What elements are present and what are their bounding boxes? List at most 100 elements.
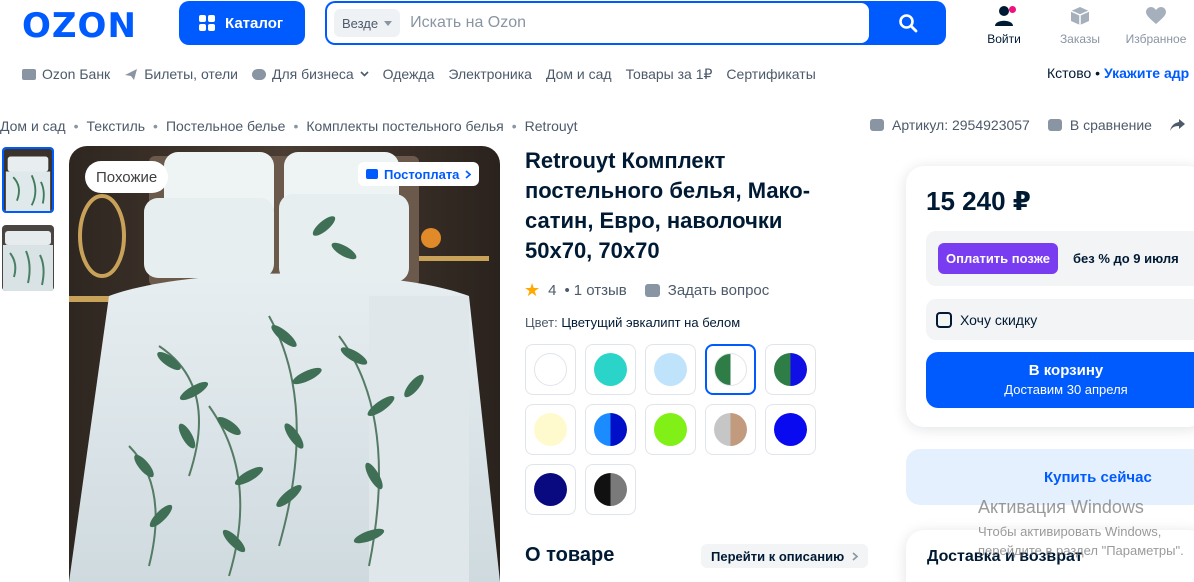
wallet-icon [366, 169, 378, 179]
nav-item-certificates[interactable]: Сертификаты [726, 66, 815, 82]
color-swatch-green-white[interactable] [705, 344, 756, 395]
favorites-label: Избранное [1125, 32, 1187, 46]
product-meta: Артикул: 2954923057 В сравнение [870, 117, 1186, 133]
product-title: Retrouyt Комплект постельного белья, Мак… [525, 148, 811, 263]
location-city: Кстово [1047, 65, 1092, 81]
swatch-color [594, 413, 627, 446]
gallery-thumbnail[interactable] [2, 225, 54, 291]
nav-item-home-garden[interactable]: Дом и сад [546, 66, 612, 82]
breadcrumb-item[interactable]: Дом и сад [0, 118, 66, 134]
search-scope-label: Везде [342, 15, 379, 31]
chevron-right-icon [465, 169, 472, 179]
search-input[interactable] [410, 14, 841, 32]
bedding-image [4, 149, 52, 211]
color-swatch-turquoise[interactable] [585, 344, 636, 395]
color-swatch-light-blue[interactable] [645, 344, 696, 395]
swatch-color [594, 353, 627, 386]
swatch-color [654, 413, 687, 446]
add-to-cart-button[interactable]: В корзину Доставим 30 апреля [926, 352, 1194, 408]
chevron-down-icon [384, 20, 393, 26]
windows-activation-text: Чтобы активировать Windows, перейдите в … [978, 524, 1184, 558]
article-copy[interactable]: Артикул: 2954923057 [870, 117, 1030, 133]
windows-activation-title: Активация Windows [978, 497, 1144, 517]
star-icon: ★ [524, 280, 541, 300]
nav-item-clothes[interactable]: Одежда [383, 66, 435, 82]
cart-label: В корзину [1028, 362, 1104, 379]
reviews-link[interactable]: 1 отзыв [574, 282, 627, 299]
favorites-button[interactable]: Избранное [1121, 4, 1191, 46]
search-icon [899, 14, 918, 33]
search-scope-select[interactable]: Везде [334, 9, 401, 37]
card-icon [22, 68, 36, 80]
plane-icon [125, 69, 138, 80]
notification-dot [1009, 6, 1016, 13]
nav-item-electronics[interactable]: Электроника [448, 66, 532, 82]
nav-item-tickets[interactable]: Билеты, отели [124, 66, 238, 82]
cart-delivery: Доставим 30 апреля [1004, 382, 1128, 397]
compare-icon [1047, 119, 1062, 131]
color-swatch-navy[interactable] [525, 464, 576, 515]
swatch-color [774, 413, 807, 446]
similar-badge[interactable]: Похожие [85, 161, 169, 193]
color-swatch-grey-beige[interactable] [705, 404, 756, 455]
login-button[interactable]: Войти [969, 4, 1039, 46]
bedding-photo [69, 146, 500, 582]
question-icon [644, 284, 660, 297]
discount-icon [936, 311, 952, 328]
color-swatch-green-blue[interactable] [765, 344, 816, 395]
color-swatch-black-grey[interactable] [585, 464, 636, 515]
swatch-color [714, 353, 747, 386]
pay-later-text: без % до 9 июля [1073, 251, 1179, 266]
search-field-wrapper: Везде [327, 3, 869, 43]
ask-question-link[interactable]: Задать вопрос [668, 282, 769, 299]
orders-label: Заказы [1059, 32, 1101, 46]
ozon-logo[interactable]: OZON [22, 6, 137, 46]
nav-item-goods-for-1[interactable]: Товары за 1₽ [626, 66, 713, 83]
chevron-down-icon [360, 71, 369, 77]
color-swatches [525, 344, 816, 515]
top-nav: Ozon Банк Билеты, отели Для бизнеса Одеж… [22, 65, 830, 83]
color-label: Цвет: Цветущий эвкалипт на белом [525, 315, 741, 330]
nav-item-ozon-bank[interactable]: Ozon Банк [22, 66, 110, 82]
chevron-right-icon [852, 551, 859, 561]
location-link[interactable]: Укажите адр [1104, 65, 1189, 81]
box-icon [1070, 7, 1090, 25]
rating-row: ★ 4 • 1 отзыв Задать вопрос [524, 280, 770, 300]
swatch-color [534, 473, 567, 506]
heart-icon [1146, 7, 1166, 24]
compare-button[interactable]: В сравнение [1047, 117, 1152, 133]
swatch-color [534, 353, 567, 386]
product-main-image[interactable] [69, 146, 500, 582]
rating-value: 4 [548, 282, 557, 299]
search-bar: Везде [325, 1, 946, 45]
swatch-color [654, 353, 687, 386]
color-swatch-white[interactable] [525, 344, 576, 395]
breadcrumb-item[interactable]: Retrouyt [525, 118, 578, 134]
color-swatch-blue[interactable] [765, 404, 816, 455]
search-button[interactable] [870, 1, 946, 45]
color-value: Цветущий эвкалипт на белом [561, 315, 741, 330]
swatch-color [534, 413, 567, 446]
gallery-thumbnail[interactable] [2, 147, 54, 213]
color-swatch-blue-navy[interactable] [585, 404, 636, 455]
pay-later-button[interactable]: Оплатить позже [938, 243, 1058, 274]
color-swatch-cream[interactable] [525, 404, 576, 455]
breadcrumb-item[interactable]: Постельное белье [166, 118, 286, 134]
login-label: Войти [987, 32, 1021, 46]
nav-item-business[interactable]: Для бизнеса [251, 66, 369, 82]
catalog-label: Каталог [225, 14, 284, 32]
swatch-color [594, 473, 627, 506]
catalog-button[interactable]: Каталог [179, 1, 305, 45]
briefcase-icon [251, 68, 266, 80]
breadcrumb-item[interactable]: Текстиль [87, 118, 146, 134]
orders-button[interactable]: Заказы [1045, 4, 1115, 46]
bedding-image [2, 225, 54, 291]
goto-description-button[interactable]: Перейти к описанию [701, 544, 869, 568]
color-swatch-lime[interactable] [645, 404, 696, 455]
share-icon[interactable] [1169, 118, 1186, 132]
swatch-color [774, 353, 807, 386]
postpay-badge[interactable]: Постоплата [358, 162, 480, 186]
want-discount-button[interactable]: Хочу скидку [926, 299, 1194, 340]
location-selector[interactable]: Кстово • Укажите адр [1047, 65, 1189, 81]
breadcrumb-item[interactable]: Комплекты постельного белья [306, 118, 503, 134]
